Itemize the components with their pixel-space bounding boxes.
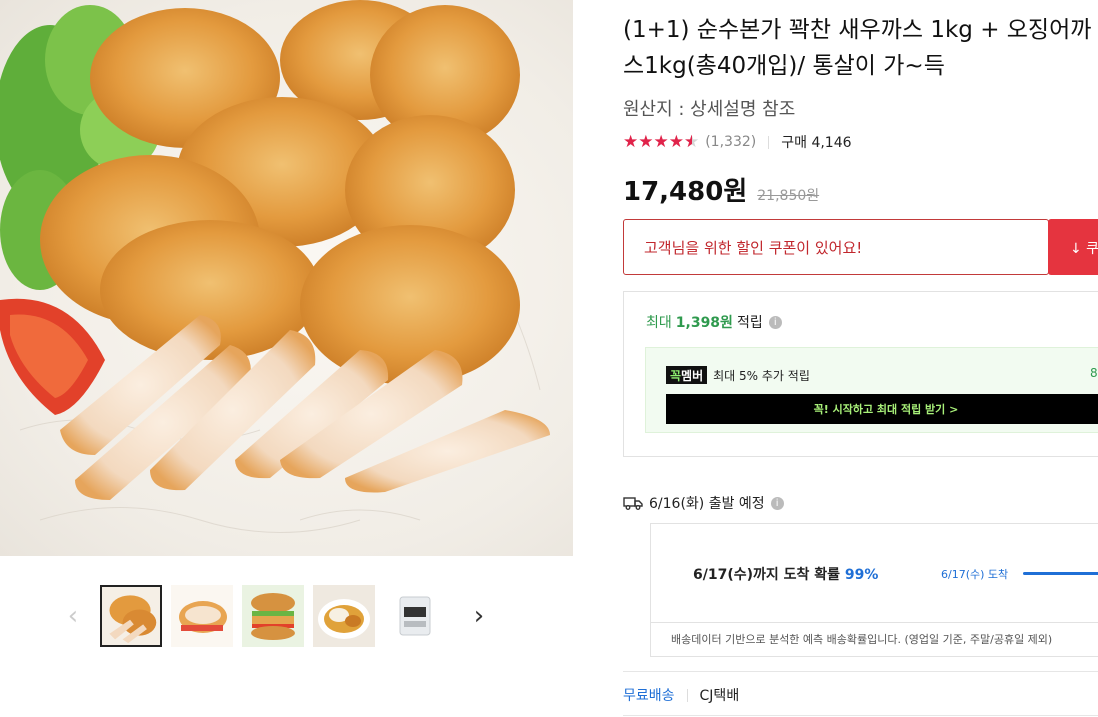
membership-box: 꼭 멤버 최대 5% 추가 적립 8 꼭! 시작하고 최대 적립 받기 >: [645, 347, 1098, 433]
product-info-panel: (1+1) 순수본가 꽉찬 새우까스 1kg + 오징어까스1kg(총40개입)…: [623, 0, 1098, 717]
purchase-count: 구매 4,146: [781, 135, 852, 151]
arrival-percent: 99%: [844, 567, 879, 583]
membership-extra: 8: [1090, 366, 1098, 380]
membership-row: 꼭 멤버 최대 5% 추가 적립: [666, 366, 810, 384]
shipping-method-row: 무료배송 CJ택배: [623, 685, 739, 705]
shipping-departure-row: 6/16(화) 출발 예정 i: [623, 493, 784, 513]
price-row: 17,480원 21,850원: [623, 171, 819, 208]
free-shipping-label: 무료배송: [623, 688, 675, 704]
reward-prefix: 최대: [646, 315, 672, 331]
truck-icon: [623, 497, 643, 510]
star-rating-icon[interactable]: ★★★★★★: [623, 132, 699, 152]
membership-text: 최대 5% 추가 적립: [713, 368, 810, 383]
prev-arrow-icon[interactable]: ‹: [62, 601, 84, 631]
divider: [623, 671, 1098, 672]
thumbnail-curry-plate[interactable]: [313, 585, 375, 647]
divider: [768, 135, 770, 149]
origin-info: 원산지 : 상세설명 참조: [623, 99, 796, 120]
carrier-label: CJ택배: [699, 688, 740, 704]
membership-start-button[interactable]: 꼭! 시작하고 최대 적립 받기 >: [666, 394, 1098, 424]
delivery-note: 배송데이터 기반으로 분석한 예측 배송확률입니다. (영업일 기준, 주말/공…: [671, 633, 1053, 646]
product-main-image: [0, 0, 573, 556]
thumbnail-burger[interactable]: [242, 585, 304, 647]
fried-cutlets-photo: [0, 0, 550, 533]
divider: [686, 688, 688, 702]
delivery-probability-box: 6/17(수)까지 도착 확률 99% 6/17(수) 도착 배송데이터 기반으…: [650, 523, 1098, 657]
reward-summary: 최대 1,398원 적립 i: [646, 312, 782, 332]
review-count-link[interactable]: (1,332): [705, 134, 756, 150]
divider: [623, 715, 1098, 716]
arrival-probability-bar: [1023, 572, 1098, 575]
delivery-probability-panel: 6/17(수)까지 도착 확률 99% 6/17(수) 도착: [651, 524, 1098, 623]
arrival-date-label: 6/17(수) 도착: [941, 568, 1009, 581]
coupon-download-button[interactable]: ↓ 쿠: [1048, 219, 1098, 275]
coupon-message: 고객님을 위한 할인 쿠폰이 있어요!: [644, 238, 863, 257]
reward-suffix: 적립: [736, 315, 763, 331]
membership-badge: 꼭 멤버: [666, 366, 708, 384]
original-price: 21,850원: [757, 188, 820, 204]
departure-date: 6/16(화) 출발 예정: [649, 496, 765, 512]
thumbnail-package[interactable]: [384, 585, 446, 647]
next-arrow-icon[interactable]: ›: [468, 601, 490, 631]
arrival-probability: 6/17(수)까지 도착 확률 99%: [693, 567, 879, 583]
thumbnail-sandwich[interactable]: [171, 585, 233, 647]
thumbnail-cutlets[interactable]: [100, 585, 162, 647]
info-icon[interactable]: i: [768, 315, 782, 329]
product-title: (1+1) 순수본가 꽉찬 새우까스 1kg + 오징어까스1kg(총40개입)…: [623, 17, 1092, 79]
coupon-banner[interactable]: 고객님을 위한 할인 쿠폰이 있어요!: [623, 219, 1049, 275]
thumbnail-strip: ‹ ›: [62, 585, 522, 649]
reward-box: 최대 1,398원 적립 i 꼭 멤버 최대 5% 추가 적립 8 꼭! 시작하고…: [623, 291, 1098, 457]
reward-amount: 1,398원: [675, 315, 733, 331]
info-icon[interactable]: i: [770, 496, 784, 510]
sale-price: 17,480원: [623, 177, 748, 207]
rating-row: ★★★★★★ (1,332) 구매 4,146: [623, 131, 852, 153]
